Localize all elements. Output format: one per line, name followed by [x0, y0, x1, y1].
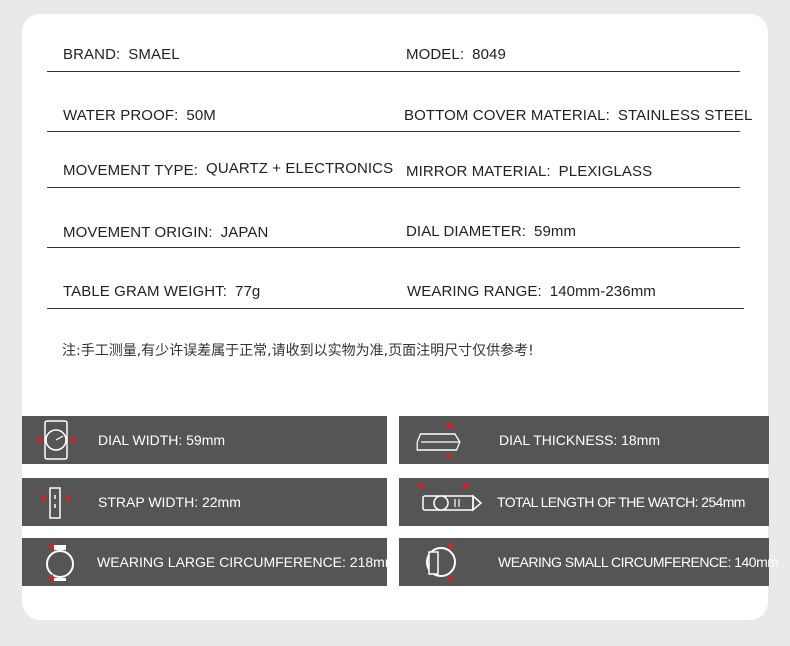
- spec-label: MOVEMENT TYPE:: [63, 162, 199, 179]
- spec-value: PLEXIGLASS: [558, 163, 653, 180]
- divider: [47, 131, 740, 132]
- large-circumference-label: WEARING LARGE CIRCUMFERENCE: 218mm: [97, 554, 397, 570]
- spec-brand: BRAND: SMAEL: [63, 46, 180, 63]
- divider: [47, 187, 740, 188]
- divider: [47, 247, 740, 248]
- small-circumference-icon: [411, 542, 461, 582]
- spec-dial-diameter: DIAL DIAMETER: 59mm: [406, 223, 576, 240]
- divider: [47, 308, 744, 309]
- tile-total-length: TOTAL LENGTH OF THE WATCH: 254mm: [399, 478, 769, 526]
- spec-label: MODEL:: [406, 46, 465, 63]
- dial-width-label: DIAL WIDTH: 59mm: [98, 432, 226, 448]
- spec-label: BOTTOM COVER MATERIAL:: [404, 107, 610, 124]
- spec-value: JAPAN: [220, 224, 269, 241]
- spec-bottom-cover: BOTTOM COVER MATERIAL: STAINLESS STEEL: [404, 107, 752, 124]
- large-circumference-icon: [34, 542, 84, 582]
- dial-width-icon: [34, 420, 84, 460]
- spec-model: MODEL: 8049: [406, 46, 506, 63]
- spec-value: STAINLESS STEEL: [617, 107, 753, 124]
- tile-dial-thickness: DIAL THICKNESS: 18mm: [399, 416, 769, 464]
- strap-width-icon: [34, 482, 84, 522]
- spec-value: 59mm: [534, 223, 577, 240]
- spec-movement-type: MOVEMENT TYPE: QUARTZ + ELECTRONICS: [63, 160, 394, 179]
- spec-label: DIAL DIAMETER:: [406, 223, 527, 240]
- spec-value: 8049: [472, 46, 506, 63]
- spec-value: SMAEL: [128, 46, 180, 63]
- strap-width-label: STRAP WIDTH: 22mm: [98, 494, 241, 510]
- spec-value: QUARTZ + ELECTRONICS: [206, 160, 394, 177]
- dial-thickness-label: DIAL THICKNESS: 18mm: [499, 432, 661, 448]
- spec-label: MIRROR MATERIAL:: [406, 163, 551, 180]
- spec-wearing-range: WEARING RANGE: 140mm-236mm: [407, 283, 656, 300]
- spec-value: 140mm-236mm: [549, 283, 656, 300]
- spec-water-proof: WATER PROOF: 50M: [63, 107, 216, 124]
- spec-mirror-material: MIRROR MATERIAL: PLEXIGLASS: [406, 163, 652, 180]
- spec-table-gram-weight: TABLE GRAM WEIGHT: 77g: [63, 283, 260, 300]
- spec-value: 77g: [235, 283, 261, 300]
- dial-thickness-icon: [411, 420, 461, 460]
- spec-label: BRAND:: [63, 46, 121, 63]
- spec-movement-origin: MOVEMENT ORIGIN: JAPAN: [63, 224, 268, 241]
- spec-label: TABLE GRAM WEIGHT:: [63, 283, 228, 300]
- measurement-note: 注:手工测量,有少许误差属于正常,请收到以实物为准,页面注明尺寸仅供参考!: [62, 343, 534, 359]
- tile-strap-width: STRAP WIDTH: 22mm: [22, 478, 387, 526]
- spec-card: [22, 14, 768, 620]
- small-circumference-label: WEARING SMALL CIRCUMFERENCE: 140mm: [498, 554, 779, 570]
- total-length-icon: [411, 482, 487, 522]
- spec-label: WATER PROOF:: [63, 107, 179, 124]
- spec-label: WEARING RANGE:: [407, 283, 542, 300]
- total-length-label: TOTAL LENGTH OF THE WATCH: 254mm: [497, 494, 745, 510]
- divider: [47, 71, 740, 72]
- tile-large-circumference: WEARING LARGE CIRCUMFERENCE: 218mm: [22, 538, 396, 586]
- spec-value: 50M: [186, 107, 216, 124]
- spec-label: MOVEMENT ORIGIN:: [63, 224, 213, 241]
- tile-small-circumference: WEARING SMALL CIRCUMFERENCE: 140mm: [399, 538, 779, 586]
- tile-dial-width: DIAL WIDTH: 59mm: [22, 416, 387, 464]
